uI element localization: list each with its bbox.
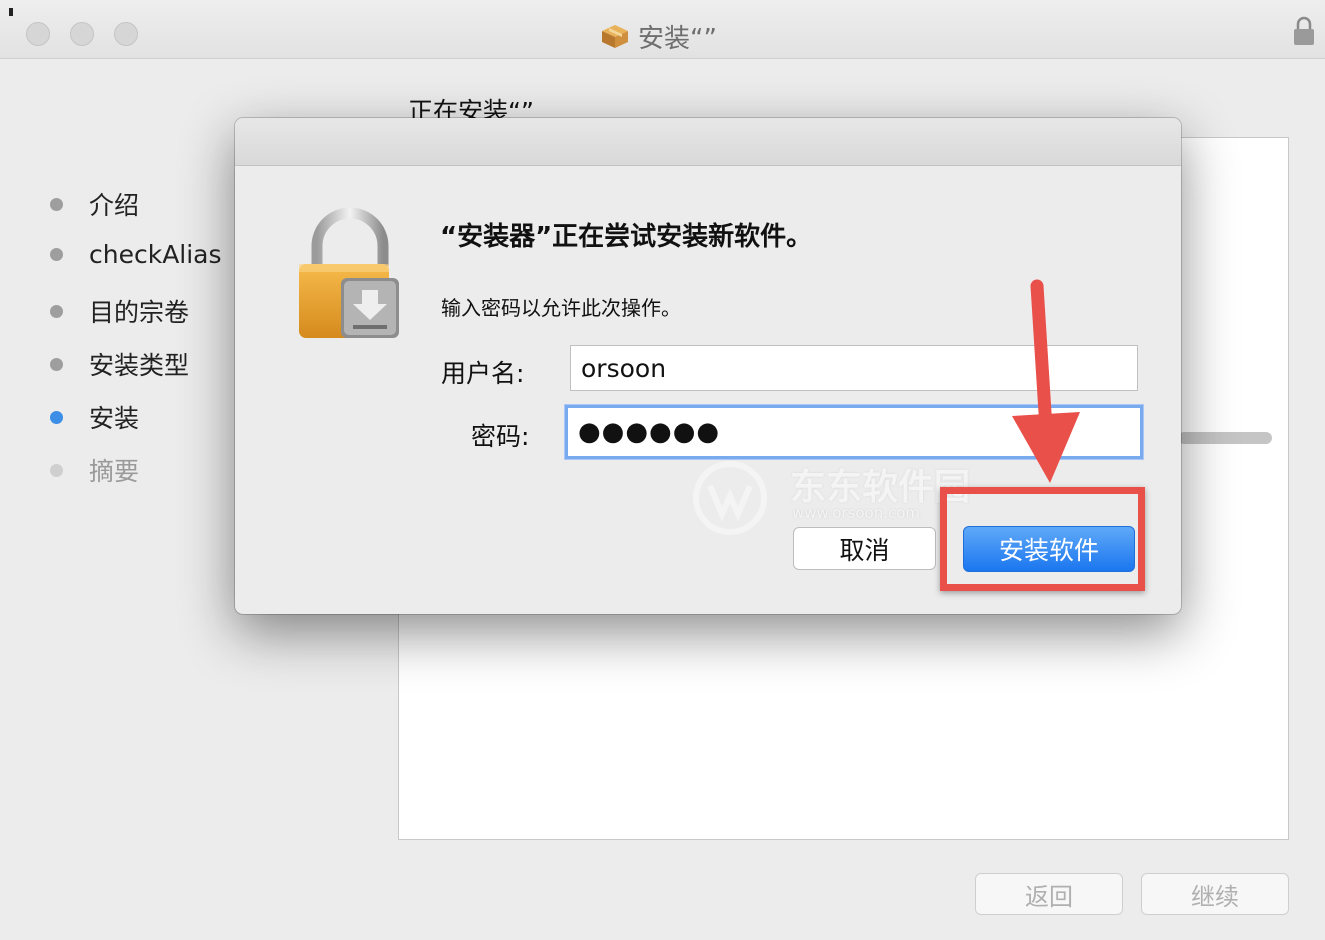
- step-label: 安装类型: [89, 351, 190, 380]
- password-label: 密码:: [471, 422, 530, 451]
- sidebar-step-destination: 目的宗卷: [50, 293, 189, 329]
- watermark-logo-icon: [693, 461, 767, 535]
- sidebar-step-intro: 介绍: [50, 186, 139, 222]
- step-label: 安装: [89, 404, 140, 433]
- back-button[interactable]: 返回: [975, 873, 1123, 915]
- sidebar-step-install: 安装: [50, 399, 139, 435]
- dialog-message: 输入密码以允许此次操作。: [441, 296, 681, 320]
- lock-icon[interactable]: [1293, 16, 1315, 46]
- step-dot: [50, 197, 63, 211]
- close-window-button[interactable]: [26, 22, 50, 46]
- window-titlebar: 安装“”: [0, 0, 1325, 59]
- corner-mark: [9, 8, 13, 16]
- step-label: 介绍: [89, 191, 140, 220]
- sidebar-step-summary: 摘要: [50, 452, 139, 488]
- window-title-group: 安装“”: [600, 18, 717, 54]
- sidebar-step-checkalias: checkAlias: [50, 240, 222, 269]
- step-label: 摘要: [89, 457, 140, 486]
- step-dot-active: [50, 410, 63, 424]
- annotation-arrow: [1012, 279, 1080, 483]
- step-dot: [50, 248, 63, 261]
- install-progress-bar: [1178, 432, 1272, 444]
- step-dot: [50, 463, 63, 477]
- step-label: 目的宗卷: [89, 298, 190, 327]
- zoom-window-button[interactable]: [114, 22, 138, 46]
- watermark-url: www.orsoon.com: [792, 504, 921, 522]
- step-label: checkAlias: [89, 240, 222, 269]
- continue-button[interactable]: 继续: [1141, 873, 1289, 915]
- step-dot: [50, 357, 63, 371]
- annotation-highlight-box: [940, 487, 1145, 591]
- username-label: 用户名:: [441, 359, 525, 388]
- dialog-title: “安装器”正在尝试安装新软件。: [440, 222, 813, 252]
- minimize-window-button[interactable]: [70, 22, 94, 46]
- step-dot: [50, 304, 63, 318]
- window-title: 安装“”: [638, 23, 717, 54]
- sidebar-step-install-type: 安装类型: [50, 346, 189, 382]
- username-value: orsoon: [581, 353, 667, 383]
- password-value: ●●●●●●: [578, 417, 721, 447]
- dialog-header: [235, 118, 1181, 166]
- package-icon: [602, 25, 628, 48]
- lock-icon: [299, 208, 399, 338]
